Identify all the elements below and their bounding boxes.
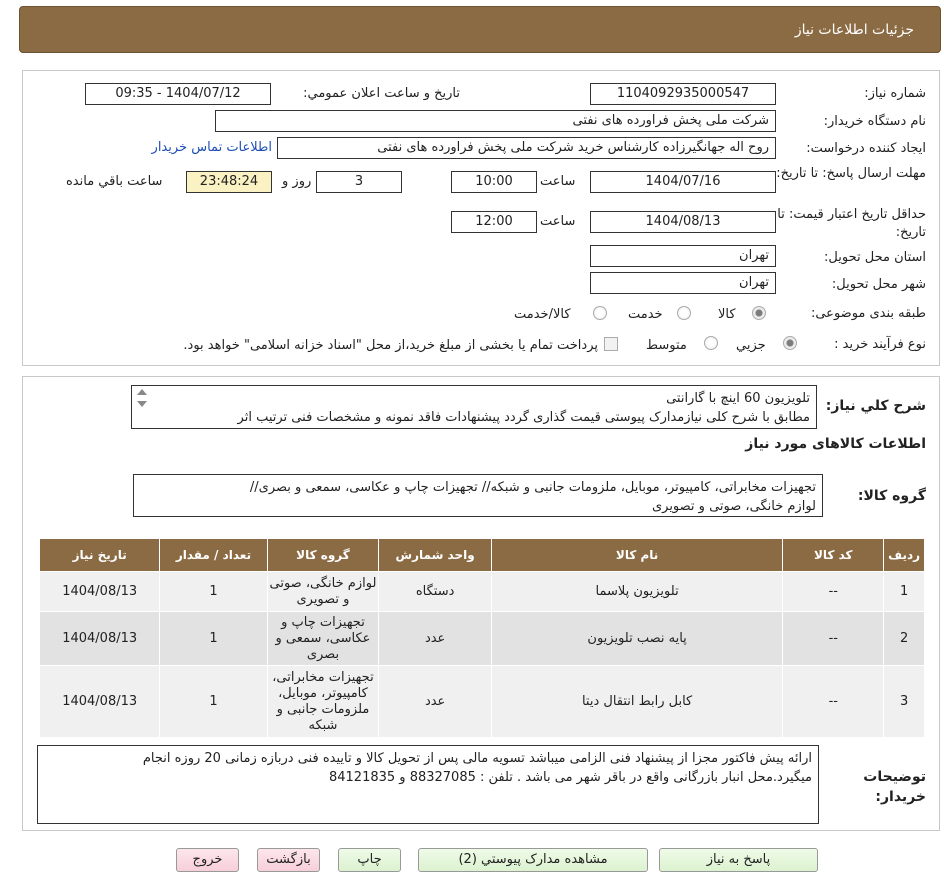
scroll-up-icon[interactable] xyxy=(137,389,147,395)
exit-button[interactable]: خروج xyxy=(176,848,239,872)
cell-date: 1404/08/13 xyxy=(38,571,161,612)
back-button[interactable]: بازگشت xyxy=(257,848,320,872)
table-row: 2 -- پایه نصب تلویزیون عدد تجهیزات چاپ و… xyxy=(38,611,925,666)
treasury-payment-checkbox[interactable] xyxy=(604,337,618,351)
goods-group-line-1: تجهیزات مخابراتی، کامپیوتر، موبایل، ملزو… xyxy=(249,480,816,495)
col-code: کد کالا xyxy=(782,538,885,572)
cell-code: -- xyxy=(782,571,885,612)
cell-group: تجهیزات چاپ و عکاسی، سمعی و بصری xyxy=(266,611,380,666)
validity-time-label: ساعت xyxy=(540,214,576,229)
days-field: 3 xyxy=(316,171,402,193)
send-time-field: 10:00 xyxy=(451,171,537,193)
send-date-field: 1404/07/16 xyxy=(590,171,776,193)
days-and-label: روز و xyxy=(282,174,312,189)
cell-name: تلویزیون پلاسما xyxy=(490,571,784,612)
col-name: نام کالا xyxy=(490,538,784,572)
purchase-small-radio[interactable] xyxy=(783,336,797,350)
category-both-label: کالا/خدمت xyxy=(514,307,571,322)
cell-qty: 1 xyxy=(159,571,268,612)
validity-time-field: 12:00 xyxy=(451,211,537,233)
send-deadline-label: مهلت ارسال پاسخ: تا تاریخ: xyxy=(776,166,926,181)
general-desc-line-2: مطابق با شرح کلی نیازمدارک پیوستی قیمت گ… xyxy=(237,410,810,425)
category-goods-label: کالا xyxy=(718,307,736,322)
city-label: شهر محل تحویل: xyxy=(831,277,926,292)
col-row: ردیف xyxy=(883,538,925,572)
cell-group: تجهیزات مخابراتی، کامپیوتر، موبایل، ملزو… xyxy=(266,665,380,738)
purchase-type-label: نوع فرآیند خرید : xyxy=(834,337,926,352)
cell-name: پایه نصب تلویزیون xyxy=(490,611,784,666)
cell-unit: دستگاه xyxy=(378,571,492,612)
col-group: گروه کالا xyxy=(266,538,380,572)
scroll-down-icon[interactable] xyxy=(137,401,147,407)
announce-datetime-label: تاریخ و ساعت اعلان عمومي: xyxy=(303,86,460,101)
page-title: جزئیات اطلاعات نیاز xyxy=(794,22,914,38)
reply-button[interactable]: پاسخ به نیاز xyxy=(659,848,818,872)
cell-row: 2 xyxy=(883,611,925,666)
province-field: تهران xyxy=(590,245,776,267)
buyer-notes-line-2: میگیرد.محل انبار بازرگانی واقع در باقر ش… xyxy=(328,770,812,785)
category-both-radio[interactable] xyxy=(593,306,607,320)
purchase-medium-label: متوسط xyxy=(646,338,687,353)
need-number-label: شماره نیاز: xyxy=(864,86,926,101)
need-number-field: 1104092935000547 xyxy=(590,83,776,105)
goods-info-heading: اطلاعات کالاهای مورد نیاز xyxy=(745,436,926,452)
cell-group: لوازم خانگی، صوتی و تصویری xyxy=(266,571,380,612)
general-desc-line-1: تلویزیون 60 اینچ با گارانتی xyxy=(666,391,810,406)
col-date: تاریخ نیاز xyxy=(38,538,161,572)
view-attachments-button[interactable]: مشاهده مدارک پیوستي (2) xyxy=(418,848,648,872)
page-header: جزئیات اطلاعات نیاز xyxy=(19,6,941,53)
purchase-medium-radio[interactable] xyxy=(704,336,718,350)
price-validity-label: حداقل تاریخ اعتبار قیمت: تا تاریخ: xyxy=(777,207,926,240)
cell-unit: عدد xyxy=(378,611,492,666)
buyer-notes-label: توضیحات خریدار: xyxy=(863,769,926,805)
requester-field: روح اله جهانگیرزاده کارشناس خرید شرکت مل… xyxy=(277,137,776,159)
province-label: استان محل تحویل: xyxy=(824,250,926,265)
table-row: 1 -- تلویزیون پلاسما دستگاه لوازم خانگی،… xyxy=(38,571,925,612)
goods-table: ردیف کد کالا نام کالا واحد شمارش گروه کا… xyxy=(38,538,925,738)
city-field: تهران xyxy=(590,272,776,294)
validity-date-field: 1404/08/13 xyxy=(590,211,776,233)
buyer-org-label: نام دستگاه خریدار: xyxy=(823,114,926,129)
buyer-notes-textarea: ارائه پیش فاکتور مجزا از پیشنهاد فنی الز… xyxy=(37,745,819,824)
requester-label: ایجاد کننده درخواست: xyxy=(806,141,926,156)
category-service-label: خدمت xyxy=(628,307,663,322)
remaining-label: ساعت باقي مانده xyxy=(66,174,163,189)
treasury-payment-note: پرداخت تمام یا بخشی از مبلغ خرید،از محل … xyxy=(183,338,598,353)
goods-table-header: ردیف کد کالا نام کالا واحد شمارش گروه کا… xyxy=(38,538,925,572)
cell-unit: عدد xyxy=(378,665,492,738)
cell-qty: 1 xyxy=(159,611,268,666)
announce-datetime-field: 1404/07/12 - 09:35 xyxy=(85,83,271,105)
table-row: 3 -- کابل رابط انتقال دیتا عدد تجهیزات م… xyxy=(38,665,925,738)
buyer-contact-link[interactable]: اطلاعات تماس خریدار xyxy=(138,140,272,155)
print-button[interactable]: چاپ xyxy=(338,848,401,872)
goods-group-label: گروه کالا: xyxy=(857,488,926,504)
general-desc-scrollbar[interactable] xyxy=(135,387,149,427)
send-time-label: ساعت xyxy=(540,174,576,189)
purchase-small-label: جزیي xyxy=(736,338,766,353)
general-desc-textarea: تلویزیون 60 اینچ با گارانتی مطابق با شرح… xyxy=(131,385,817,429)
cell-date: 1404/08/13 xyxy=(38,611,161,666)
category-goods-radio[interactable] xyxy=(752,306,766,320)
cell-name: کابل رابط انتقال دیتا xyxy=(490,665,784,738)
general-desc-label: شرح کلي نیاز: xyxy=(825,398,926,414)
buyer-org-field: شرکت ملی پخش فراورده های نفتی xyxy=(215,110,776,132)
cell-code: -- xyxy=(782,611,885,666)
cell-code: -- xyxy=(782,665,885,738)
goods-group-line-2: لوازم خانگی، صوتی و تصویری xyxy=(651,499,816,514)
goods-group-textarea: تجهیزات مخابراتی، کامپیوتر، موبایل، ملزو… xyxy=(133,474,823,517)
col-qty: تعداد / مقدار xyxy=(159,538,268,572)
buyer-notes-line-1: ارائه پیش فاکتور مجزا از پیشنهاد فنی الز… xyxy=(142,751,812,766)
remaining-time-field: 23:48:24 xyxy=(186,171,272,193)
category-label: طبقه بندی موضوعی: xyxy=(810,306,926,321)
cell-date: 1404/08/13 xyxy=(38,665,161,738)
cell-qty: 1 xyxy=(159,665,268,738)
cell-row: 1 xyxy=(883,571,925,612)
col-unit: واحد شمارش xyxy=(378,538,492,572)
cell-row: 3 xyxy=(883,665,925,738)
category-service-radio[interactable] xyxy=(677,306,691,320)
